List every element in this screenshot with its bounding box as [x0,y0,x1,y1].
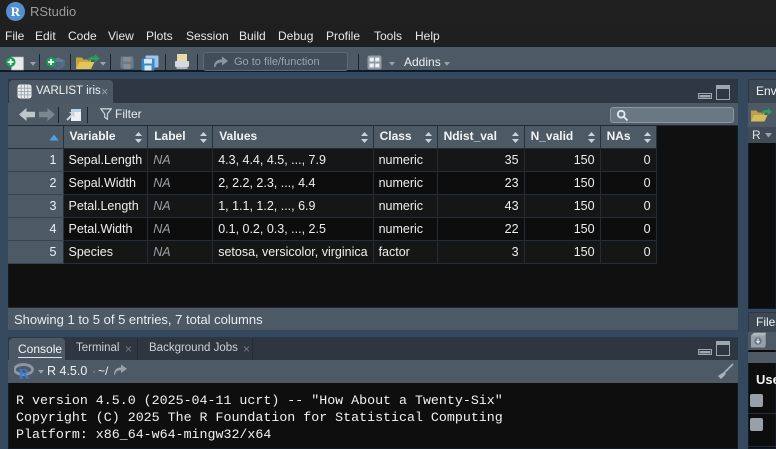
svg-text:R: R [55,61,61,70]
svg-text:R: R [19,367,30,381]
